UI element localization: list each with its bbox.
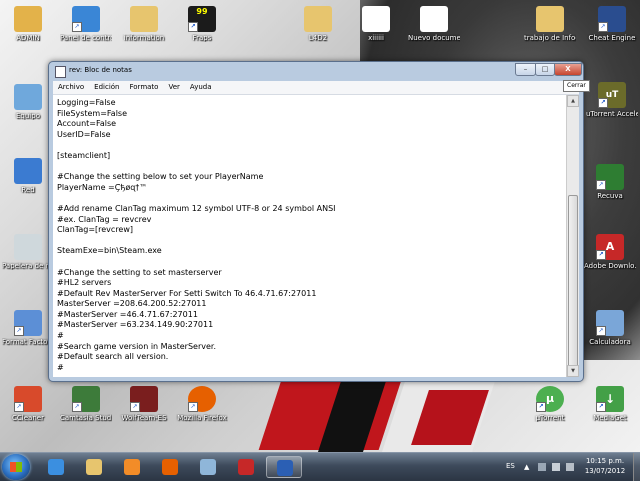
computer-icon xyxy=(14,84,42,110)
desktop-icon-admin[interactable]: ADMIN xyxy=(2,6,54,42)
clock-time: 10:15 p.m. xyxy=(585,457,625,465)
scroll-down-icon[interactable]: ▼ xyxy=(567,365,579,377)
folder-icon xyxy=(304,6,332,32)
menu-formato[interactable]: Formato xyxy=(125,81,164,94)
maximize-button[interactable]: □ xyxy=(535,63,555,76)
desktop-icon-fraps[interactable]: 99 ↗ Fraps xyxy=(176,6,228,42)
taskbar-firefox[interactable] xyxy=(152,456,188,478)
close-button[interactable]: X xyxy=(554,63,582,76)
firefox-icon xyxy=(162,459,178,475)
vertical-scrollbar[interactable]: ▲ ▼ xyxy=(566,95,579,377)
window-app-icon xyxy=(200,459,216,475)
desktop-icon-mediaget[interactable]: ↓ ↗ MediaGet xyxy=(584,386,636,422)
utorrent-icon: µ ↗ xyxy=(536,386,564,412)
minimize-button[interactable]: – xyxy=(515,63,536,76)
editor-content[interactable]: Logging=False FileSystem=False Account=F… xyxy=(53,95,567,373)
taskbar-internet-explorer[interactable] xyxy=(38,456,74,478)
desktop-icon-information[interactable]: information xyxy=(118,6,170,42)
utorrent-accelerator-icon: uT ↗ xyxy=(598,82,626,108)
action-center-icon[interactable] xyxy=(552,463,560,471)
menu-edicion[interactable]: Edición xyxy=(89,81,124,94)
fraps-icon: 99 ↗ xyxy=(188,6,216,32)
network-tray-icon[interactable] xyxy=(538,463,546,471)
clock-date: 13/07/2012 xyxy=(584,467,626,475)
control-panel-icon: ↗ xyxy=(72,6,100,32)
word-icon xyxy=(277,460,293,476)
desktop-icon-recycle-bin[interactable]: Papelera de reciclaje xyxy=(2,234,54,270)
format-factory-icon: ↗ xyxy=(14,310,42,336)
desktop-icon-red[interactable]: Red xyxy=(2,158,54,194)
volume-icon[interactable] xyxy=(566,463,574,471)
menu-bar: Archivo Edición Formato Ver Ayuda xyxy=(53,81,579,95)
user-folder-icon xyxy=(14,6,42,32)
network-icon xyxy=(14,158,42,184)
camtasia-icon: ↗ xyxy=(72,386,100,412)
close-tooltip: Cerrar xyxy=(563,80,590,92)
text-file-icon xyxy=(420,6,448,32)
menu-ver[interactable]: Ver xyxy=(163,81,184,94)
adobe-icon: A ↗ xyxy=(596,234,624,260)
cheat-engine-icon: ↗ xyxy=(598,6,626,32)
explorer-folder-icon xyxy=(86,459,102,475)
desktop-icon-format-factory[interactable]: ↗ Format Factory xyxy=(2,310,54,346)
desktop-icon-calculadora[interactable]: ↗ Calculadora xyxy=(584,310,636,346)
desktop-icon-ccleaner[interactable]: ↗ CCleaner xyxy=(2,386,54,422)
recycle-bin-icon xyxy=(14,234,42,260)
notepad-icon xyxy=(55,66,66,78)
windows-logo-icon xyxy=(10,462,22,472)
desktop-icon-cheat-engine[interactable]: ↗ Cheat Engine xyxy=(586,6,638,42)
calculator-icon: ↗ xyxy=(596,310,624,336)
firefox-icon: ↗ xyxy=(188,386,216,412)
show-hidden-icons-icon[interactable]: ▲ xyxy=(524,463,532,471)
desktop-icon-nuevo-documento[interactable]: Nuevo documento ... xyxy=(408,6,460,42)
desktop-icon-wolfteam[interactable]: ↗ WolfTeam-ES xyxy=(118,386,170,422)
window-title: rev: Bloc de notas xyxy=(69,66,132,74)
folder-icon xyxy=(536,6,564,32)
desktop-icon-l4d2[interactable]: L4D2 xyxy=(292,6,344,42)
menu-ayuda[interactable]: Ayuda xyxy=(185,81,217,94)
taskbar-garena[interactable] xyxy=(228,456,264,478)
start-button[interactable] xyxy=(2,454,30,480)
desktop-icon-equipo[interactable]: Equipo xyxy=(2,84,54,120)
window-titlebar[interactable]: rev: Bloc de notas – □ X xyxy=(49,62,583,80)
desktop-icon-xiiiiii[interactable]: xiiiiii xyxy=(350,6,402,42)
notepad-window[interactable]: rev: Bloc de notas – □ X Archivo Edición F… xyxy=(48,61,584,382)
internet-explorer-icon xyxy=(48,459,64,475)
ccleaner-icon: ↗ xyxy=(14,386,42,412)
desktop-icon-utorrent[interactable]: µ ↗ µTorrent xyxy=(524,386,576,422)
clock[interactable]: 10:15 p.m. 13/07/2012 xyxy=(580,456,630,476)
show-desktop-button[interactable] xyxy=(633,453,640,481)
taskbar: ES ▲ 10:15 p.m. 13/07/2012 xyxy=(0,452,640,481)
wolfteam-icon: ↗ xyxy=(130,386,158,412)
desktop-icon-firefox[interactable]: ↗ Mozilla Firefox xyxy=(176,386,228,422)
taskbar-word[interactable] xyxy=(266,456,302,478)
folder-icon xyxy=(130,6,158,32)
mediaget-icon: ↓ ↗ xyxy=(596,386,624,412)
desktop-icon-control-panel[interactable]: ↗ Panel de control xyxy=(60,6,112,42)
desktop-icon-recuva[interactable]: ↗ Recuva xyxy=(584,164,636,200)
menu-archivo[interactable]: Archivo xyxy=(53,81,89,94)
language-indicator[interactable]: ES xyxy=(506,462,515,470)
garena-icon xyxy=(238,459,254,475)
taskbar-media-player[interactable] xyxy=(114,456,150,478)
text-file-icon xyxy=(362,6,390,32)
recuva-icon: ↗ xyxy=(596,164,624,190)
desktop-icon-adobe-download[interactable]: A ↗ Adobe Downlo... xyxy=(584,234,636,270)
text-editor-area[interactable]: Logging=False FileSystem=False Account=F… xyxy=(53,95,567,377)
scroll-up-icon[interactable]: ▲ xyxy=(567,95,579,107)
scrollbar-thumb[interactable] xyxy=(568,195,578,375)
media-player-icon xyxy=(124,459,140,475)
taskbar-explorer[interactable] xyxy=(76,456,112,478)
desktop-icon-utorrent-accelerator[interactable]: uT↗uTorrent Accelerat... xyxy=(586,82,638,118)
desktop-icon-camtasia[interactable]: ↗Camtasia Studio 7 xyxy=(60,386,112,422)
desktop-icon-trabajo-infografias[interactable]: trabajo de Infografias xyxy=(524,6,576,42)
taskbar-window-app[interactable] xyxy=(190,456,226,478)
